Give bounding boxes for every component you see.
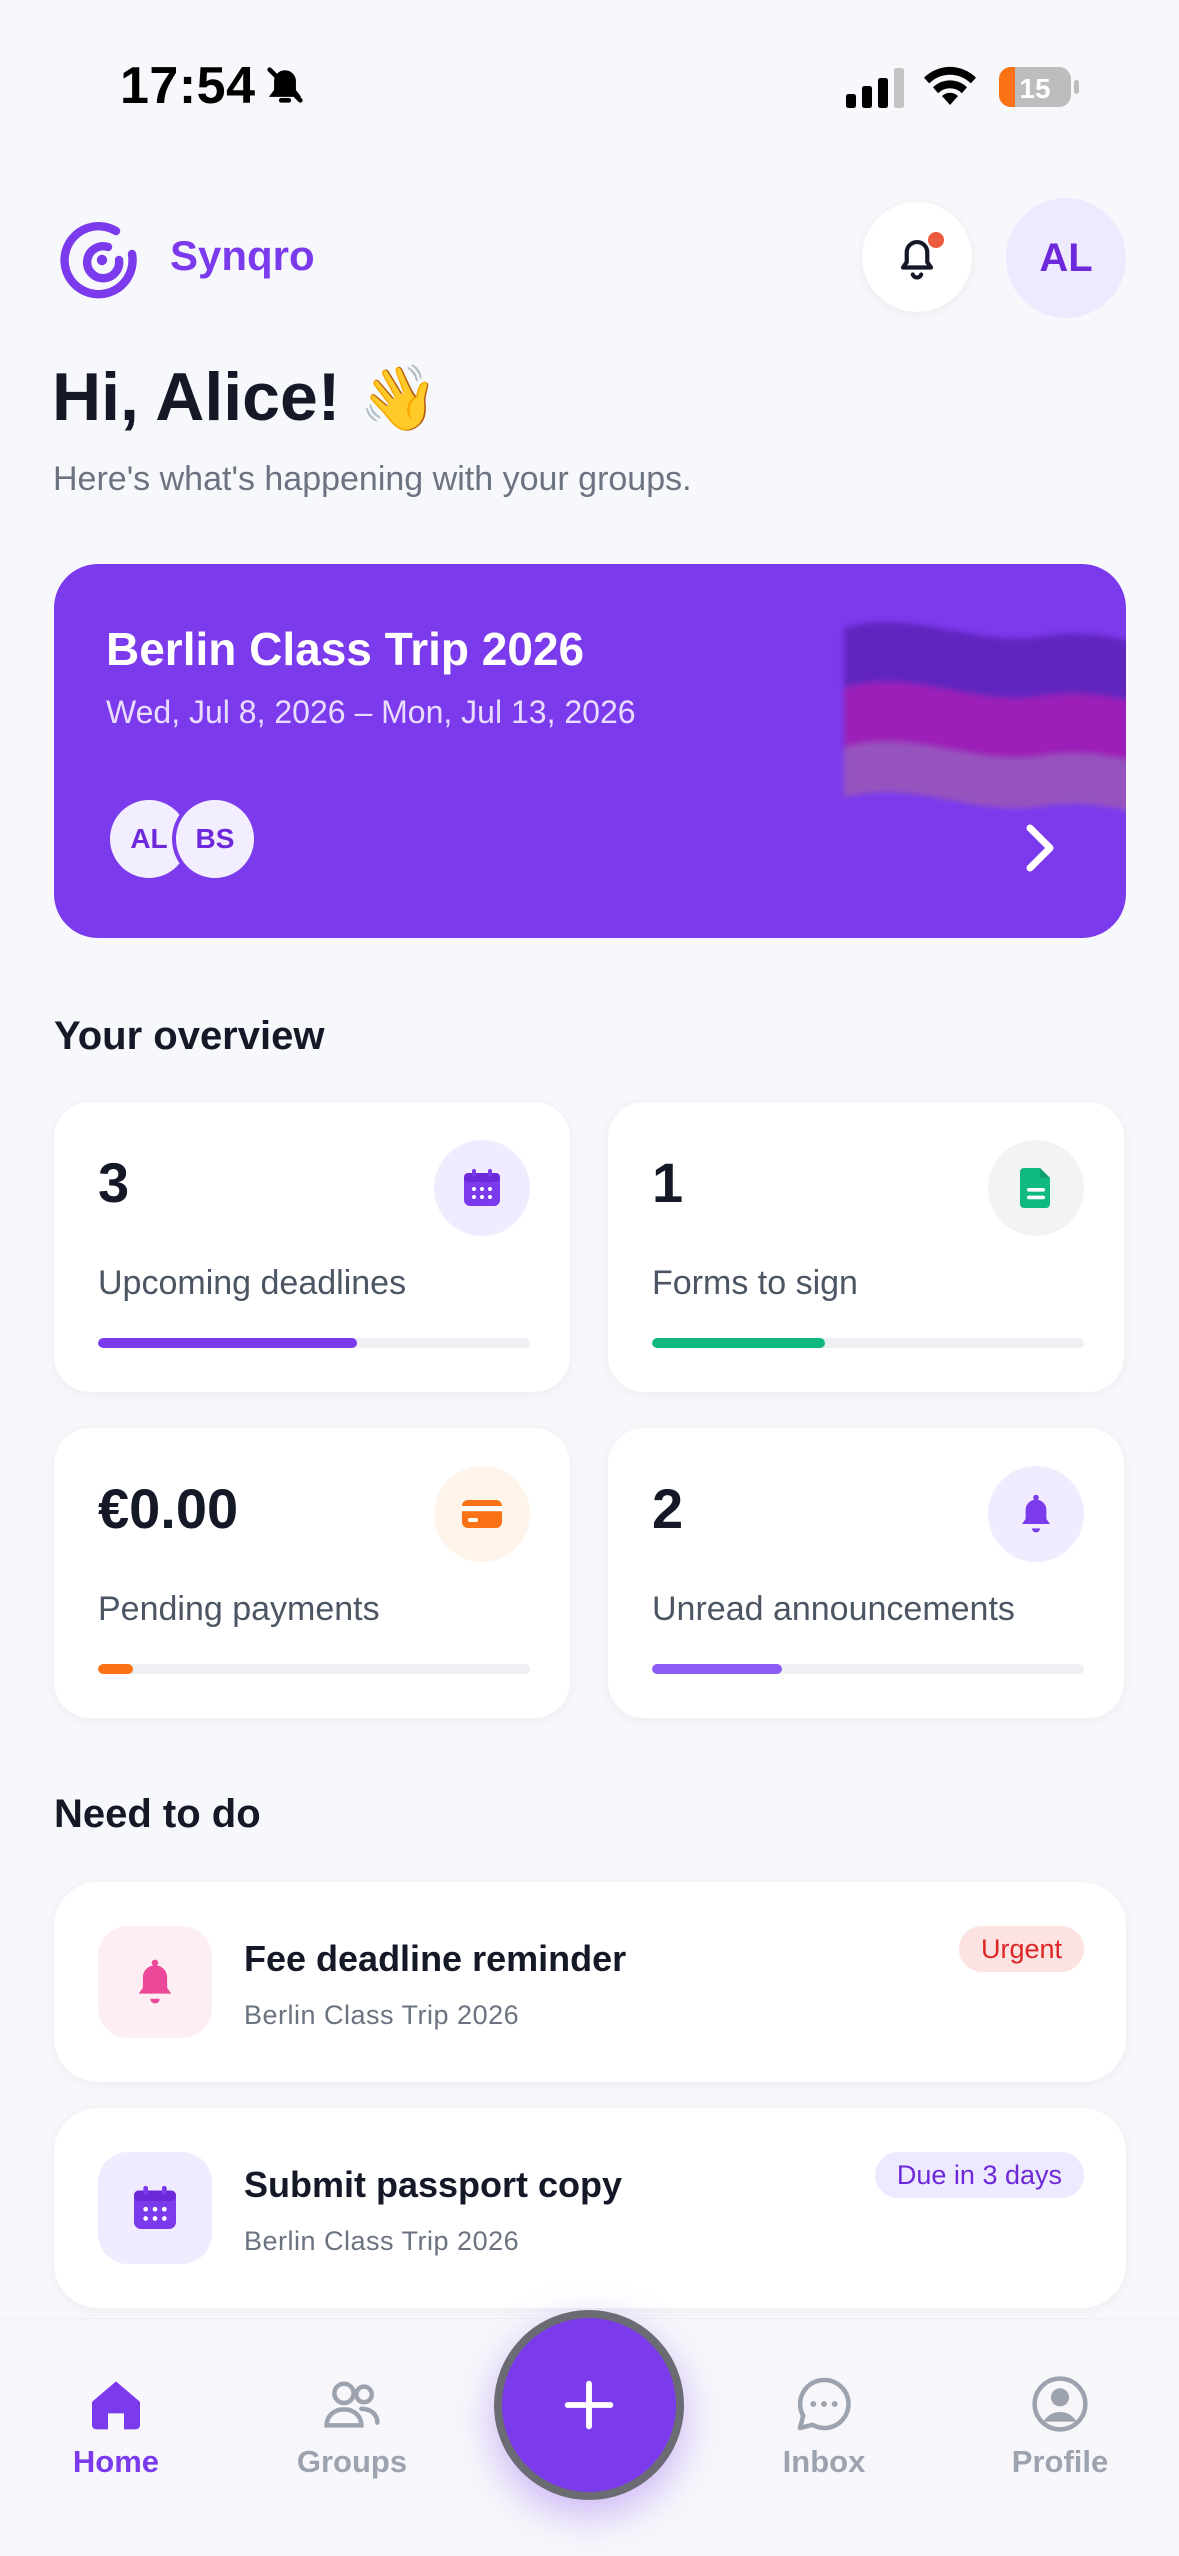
wifi-icon [924, 66, 976, 105]
overview-card-forms[interactable]: 1 Forms to sign [608, 1102, 1124, 1392]
progress-track [652, 1338, 1084, 1348]
overview-card-announcements[interactable]: 2 Unread announcements [608, 1428, 1124, 1718]
todo-subtitle: Berlin Class Trip 2026 [244, 2000, 520, 2030]
notifications-button[interactable] [862, 202, 972, 312]
progress-fill [98, 1338, 358, 1348]
synqro-logo-icon [60, 222, 137, 299]
progress-track [98, 1664, 530, 1674]
greeting-subtitle: Here's what's happening with your groups… [53, 460, 692, 498]
member-avatar: BS [172, 796, 258, 882]
document-icon [988, 1140, 1084, 1236]
overview-label: Unread announcements [652, 1590, 1015, 1628]
todo-title-text: Fee deadline reminder [244, 1938, 627, 1979]
nav-profile[interactable]: Profile [980, 2372, 1140, 2480]
todo-title: Need to do [54, 1792, 261, 1836]
greeting-text: Hi, Alice! [52, 359, 341, 435]
due-badge: Due in 3 days [874, 2152, 1084, 2198]
todo-title-text: Submit passport copy [244, 2164, 623, 2205]
nav-groups-label: Groups [296, 2444, 408, 2479]
nav-home[interactable]: Home [36, 2372, 196, 2480]
calendar-icon [98, 2152, 212, 2264]
waving-hand-emoji: 👋 [359, 362, 440, 434]
progress-fill [98, 1664, 133, 1674]
chat-bubble-icon [797, 2377, 851, 2431]
todo-subtitle: Berlin Class Trip 2026 [244, 2226, 520, 2256]
home-icon [92, 2381, 140, 2430]
cellular-signal-icon [846, 68, 904, 108]
nav-inbox-label: Inbox [782, 2444, 866, 2479]
avatar[interactable]: AL [1006, 198, 1126, 318]
bell-icon [98, 1926, 212, 2038]
overview-value: 2 [652, 1477, 684, 1540]
calendar-icon [434, 1140, 530, 1236]
status-bar: 17:54 15 [0, 0, 1179, 150]
status-time: 17:54 [120, 57, 256, 115]
flag-icon [844, 622, 1126, 811]
battery-level: 15 [1019, 73, 1050, 104]
credit-card-icon [434, 1466, 530, 1562]
overview-card-payments[interactable]: €0.00 Pending payments [54, 1428, 570, 1718]
nav-inbox[interactable]: Inbox [744, 2372, 904, 2480]
urgent-badge: Urgent [958, 1926, 1084, 1972]
nav-profile-label: Profile [1011, 2444, 1109, 2479]
overview-card-deadlines[interactable]: 3 Upcoming deadlines [54, 1102, 570, 1392]
bell-muted-icon [267, 67, 303, 103]
overview-value: 3 [98, 1151, 130, 1214]
overview-label: Forms to sign [652, 1264, 858, 1302]
nav-home-label: Home [72, 2444, 160, 2479]
progress-track [98, 1338, 530, 1348]
user-circle-icon [1032, 2376, 1088, 2432]
plus-icon [564, 2380, 614, 2430]
progress-track [652, 1664, 1084, 1674]
progress-fill [652, 1338, 825, 1348]
chevron-right-icon [1026, 824, 1054, 872]
add-button[interactable] [494, 2310, 684, 2500]
overview-title: Your overview [54, 1014, 325, 1058]
overview-value: 1 [652, 1151, 684, 1214]
todo-item-passport[interactable]: Submit passport copy Berlin Class Trip 2… [54, 2108, 1126, 2308]
bell-icon [988, 1466, 1084, 1562]
overview-label: Upcoming deadlines [98, 1264, 407, 1302]
greeting-title: Hi, Alice! 👋 [52, 358, 439, 436]
notification-dot [928, 232, 944, 248]
progress-fill [652, 1664, 782, 1674]
users-icon [324, 2381, 380, 2428]
battery-icon: 15 [998, 66, 1080, 108]
overview-label: Pending payments [98, 1590, 380, 1628]
todo-item-fee-reminder[interactable]: Fee deadline reminder Berlin Class Trip … [54, 1882, 1126, 2082]
brand-name: Synqro [170, 232, 315, 279]
nav-groups[interactable]: Groups [272, 2372, 432, 2480]
trip-dates: Wed, Jul 8, 2026 – Mon, Jul 13, 2026 [106, 694, 636, 730]
trip-title: Berlin Class Trip 2026 [106, 623, 585, 675]
overview-value: €0.00 [98, 1477, 239, 1540]
trip-card[interactable]: Berlin Class Trip 2026 Wed, Jul 8, 2026 … [54, 564, 1126, 938]
